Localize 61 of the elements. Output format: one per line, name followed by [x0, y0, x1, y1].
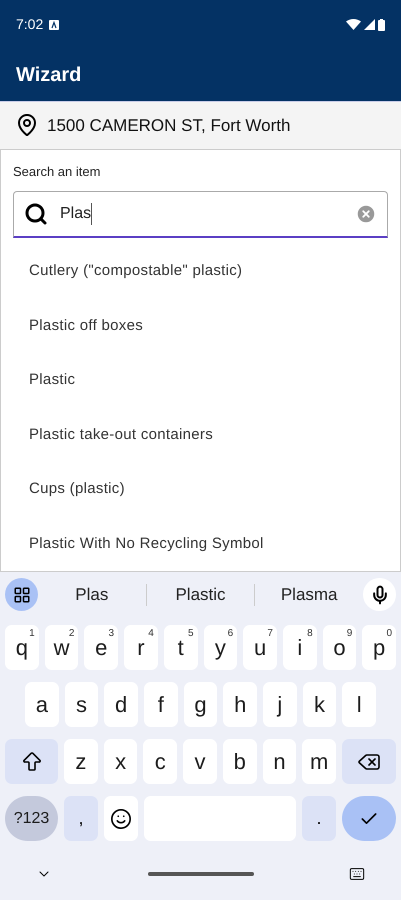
wifi-icon [346, 19, 361, 30]
key-hint: 9 [346, 627, 352, 641]
keyboard-switch-icon[interactable] [349, 866, 365, 882]
emoji-key[interactable] [104, 796, 138, 841]
letter-key[interactable]: x [104, 739, 138, 784]
key-hint: 5 [188, 627, 194, 641]
address-text: 1500 CAMERON ST, Fort Worth [47, 114, 290, 137]
location-pin-icon [15, 113, 39, 138]
result-item[interactable]: Cups (plastic) [29, 462, 388, 516]
key-hint: 7 [267, 627, 273, 641]
key-hint: 1 [29, 627, 35, 641]
letter-key[interactable]: i 8 [282, 625, 317, 670]
letter-key[interactable]: m [302, 739, 336, 784]
key-hint: 2 [68, 627, 74, 641]
letter-key[interactable]: n [262, 739, 296, 784]
letter-key[interactable]: g [184, 682, 218, 727]
letter-key[interactable]: b [222, 739, 257, 784]
result-item[interactable]: Plastic [29, 353, 388, 408]
backspace-key[interactable] [342, 739, 396, 784]
letter-key[interactable]: d [104, 682, 138, 727]
key-hint: 4 [148, 627, 154, 641]
letter-key[interactable]: c [143, 739, 178, 784]
punctuation-key[interactable]: . [302, 796, 336, 841]
search-field[interactable]: Plas [13, 191, 388, 238]
suggestion[interactable]: Plasma [255, 582, 364, 608]
letter-key[interactable]: s [64, 682, 98, 727]
grid-icon [12, 586, 30, 604]
result-item[interactable]: Plastic off boxes [29, 298, 388, 353]
letter-key[interactable]: z [64, 739, 98, 784]
letter-key[interactable]: h [223, 682, 258, 727]
letter-key[interactable]: v [183, 739, 217, 784]
search-icon [24, 202, 48, 226]
result-item[interactable]: Cutlery ("compostable" plastic) [29, 244, 388, 298]
search-input[interactable]: Plas [60, 202, 343, 226]
punctuation-key[interactable]: , [64, 796, 98, 841]
clock: 7:02 [16, 15, 44, 34]
letter-key[interactable]: l [342, 682, 376, 727]
battery-icon [378, 18, 385, 31]
key-hint: 0 [386, 627, 392, 641]
shift-key[interactable] [5, 739, 58, 784]
home-indicator[interactable] [148, 872, 254, 876]
letter-key[interactable]: k [302, 682, 336, 727]
key-hint: 3 [108, 627, 114, 641]
suggestion[interactable]: Plastic [146, 582, 254, 608]
symbols-key[interactable]: ?123 [5, 796, 58, 841]
key-hint: 6 [228, 627, 234, 641]
search-label: Search an item [13, 162, 102, 180]
suggestion[interactable]: Plas [38, 582, 146, 608]
notification-icon [49, 20, 60, 30]
smiley-icon [110, 808, 132, 830]
result-item[interactable]: Plastic take-out containers [29, 408, 388, 462]
key-hint: 8 [307, 627, 313, 641]
clear-icon[interactable] [355, 203, 377, 225]
signal-icon [364, 19, 375, 30]
voice-button[interactable] [363, 578, 396, 611]
app-title: Wizard [16, 63, 82, 88]
letter-key[interactable]: a [25, 682, 59, 727]
result-item[interactable]: Plastic With No Recycling Symbol [29, 516, 388, 571]
letter-key[interactable]: f [144, 682, 178, 727]
letter-key[interactable]: j [263, 682, 297, 727]
apps-button[interactable] [5, 578, 38, 611]
